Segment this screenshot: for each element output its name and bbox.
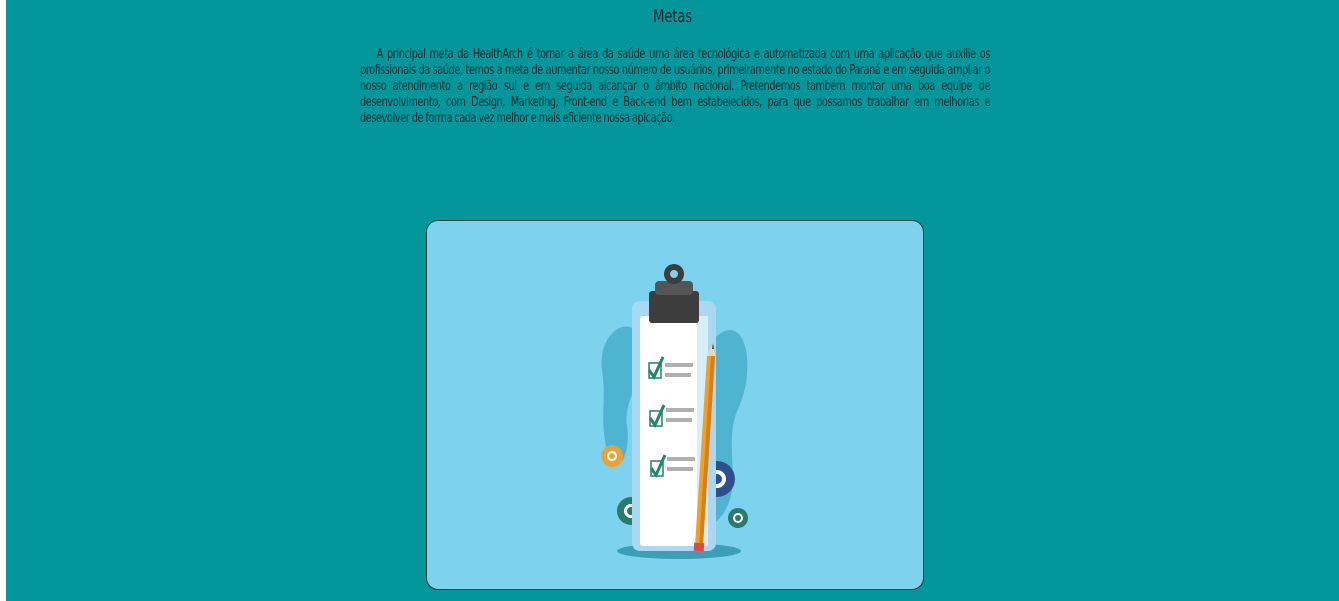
metas-section: Metas A principal meta da HealthArch é t… [6,0,1339,601]
clipboard-checklist-illustration [601,264,748,559]
goals-illustration-card [426,220,924,590]
section-paragraph: A principal meta da HealthArch é tornar … [360,47,990,127]
paragraph-text: A principal meta da HealthArch é tornar … [360,47,991,126]
gear-icon [601,445,623,467]
section-title: Metas [652,6,693,27]
gear-icon [728,508,748,528]
